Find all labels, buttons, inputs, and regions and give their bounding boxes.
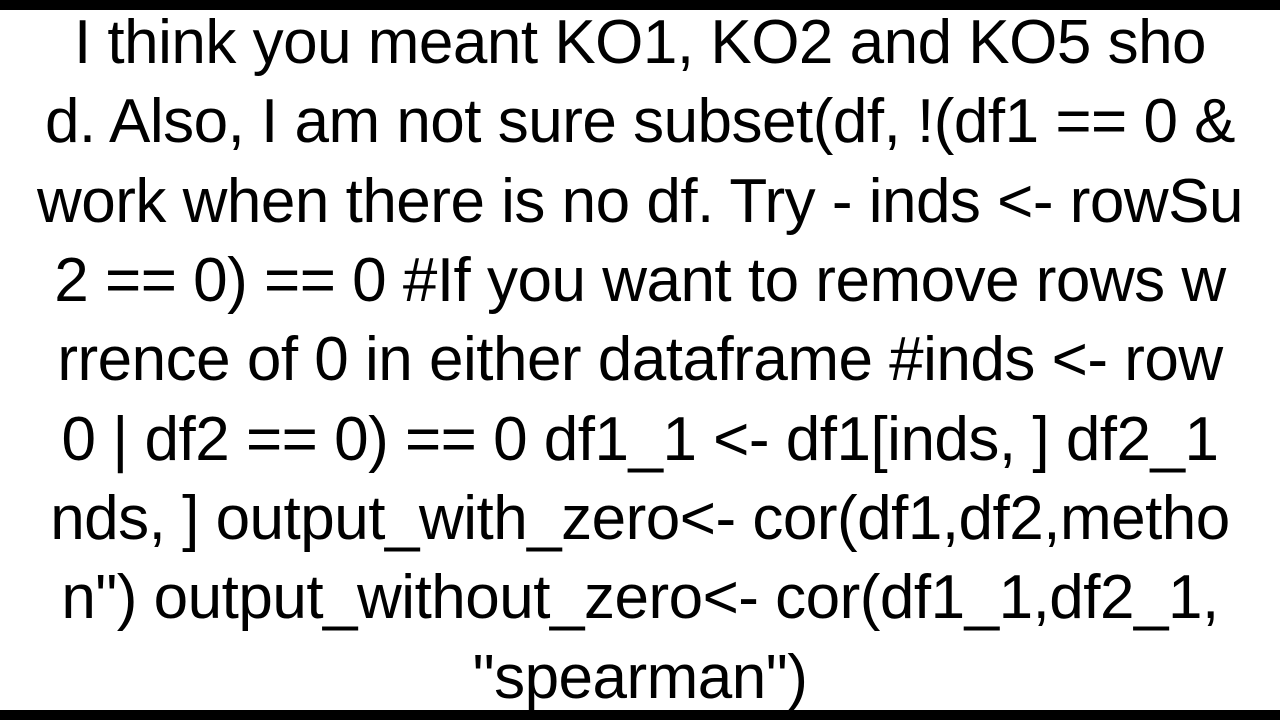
body-text: I think you meant KO1, KO2 and KO5 sho d… xyxy=(37,3,1243,717)
document-viewport: I think you meant KO1, KO2 and KO5 sho d… xyxy=(0,0,1280,720)
text-line: d. Also, I am not sure subset(df, !(df1 … xyxy=(37,82,1243,161)
text-line: I think you meant KO1, KO2 and KO5 sho xyxy=(37,3,1243,82)
text-line: "spearman") xyxy=(37,638,1243,717)
text-line: rrence of 0 in either dataframe #inds <-… xyxy=(37,320,1243,399)
text-line: 0 | df2 == 0) == 0 df1_1 <- df1[inds, ] … xyxy=(37,400,1243,479)
text-line: nds, ] output_with_zero<- cor(df1,df2,me… xyxy=(37,479,1243,558)
text-line: work when there is no df. Try - inds <- … xyxy=(37,162,1243,241)
text-line: 2 == 0) == 0 #If you want to remove rows… xyxy=(37,241,1243,320)
text-line: n") output_without_zero<- cor(df1_1,df2_… xyxy=(37,558,1243,637)
